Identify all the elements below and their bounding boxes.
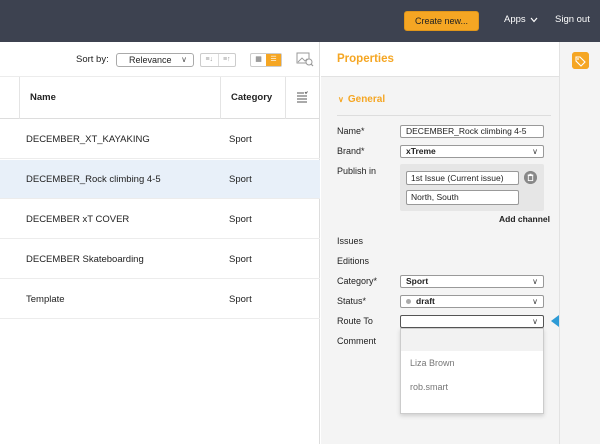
column-header-category[interactable]: Category (231, 77, 272, 119)
category-select[interactable]: Sport ∨ (400, 275, 544, 288)
row-name: DECEMBER xT COVER (26, 214, 130, 225)
row-name: Template (26, 294, 65, 305)
comment-label: Comment (337, 336, 377, 346)
row-name: DECEMBER_XT_KAYAKING (26, 134, 150, 145)
properties-header: Properties (321, 42, 559, 77)
apps-menu[interactable]: Apps (504, 14, 538, 25)
sort-label: Sort by: (76, 54, 109, 65)
table-row[interactable]: DECEMBER_XT_KAYAKING Sport (0, 120, 320, 159)
column-divider (220, 77, 221, 119)
category-label: Category* (337, 276, 378, 286)
column-settings-icon[interactable] (296, 91, 308, 103)
status-select[interactable]: draft ∨ (400, 295, 544, 308)
route-to-label: Route To (337, 316, 373, 326)
table-row[interactable]: DECEMBER xT COVER Sport (0, 200, 320, 239)
top-bar: Create new... Apps Sign out (0, 0, 600, 42)
results-panel: Sort by: Relevance ∨ ≡↓ ≡↑ ▦ ☰ Name Cate… (0, 42, 320, 444)
route-to-select[interactable]: ∨ (400, 315, 544, 328)
editions-select[interactable]: North, South (406, 190, 519, 205)
row-name: DECEMBER_Rock climbing 4-5 (26, 174, 161, 185)
section-divider (337, 115, 551, 116)
sort-value: Relevance (129, 55, 172, 65)
view-mode-toggle[interactable]: ▦ ☰ (250, 53, 282, 67)
row-category: Sport (229, 294, 252, 305)
name-label: Name* (337, 126, 365, 136)
brand-label: Brand* (337, 146, 365, 156)
status-label: Status* (337, 296, 367, 306)
chevron-down-icon: ∨ (532, 317, 538, 326)
list-view-icon[interactable]: ☰ (266, 54, 281, 66)
table-row[interactable]: Template Sport (0, 280, 320, 319)
chevron-down-icon: ∨ (338, 95, 344, 104)
editions-label: Editions (337, 256, 370, 266)
column-header-name[interactable]: Name (30, 77, 56, 119)
row-category: Sport (229, 134, 252, 145)
sort-select[interactable]: Relevance ∨ (116, 53, 194, 67)
row-name: DECEMBER Skateboarding (26, 254, 144, 265)
chevron-down-icon: ∨ (181, 55, 187, 64)
add-channel-link[interactable]: Add channel (499, 214, 550, 224)
route-option[interactable]: rob.smart (401, 375, 543, 399)
properties-title: Properties (337, 53, 394, 65)
trash-icon[interactable] (524, 171, 537, 184)
row-category: Sport (229, 174, 252, 185)
table-row[interactable]: DECEMBER Skateboarding Sport (0, 240, 320, 279)
category-value: Sport (406, 276, 429, 286)
status-value: draft (416, 296, 435, 306)
section-label: General (347, 94, 386, 105)
column-divider (285, 77, 286, 119)
issues-label: Issues (337, 236, 364, 246)
issue-select[interactable]: 1st Issue (Current issue) (406, 171, 519, 185)
sort-order-toggle[interactable]: ≡↓ ≡↑ (200, 53, 236, 67)
column-divider (19, 77, 20, 119)
create-new-button[interactable]: Create new... (404, 11, 479, 31)
table-header: Name Category (0, 77, 319, 119)
brand-select[interactable]: xTreme ∨ (400, 145, 544, 158)
sort-ascending-icon[interactable]: ≡↓ (201, 54, 218, 66)
row-category: Sport (229, 214, 252, 225)
route-option[interactable]: Liza Brown (401, 351, 543, 375)
chevron-down-icon: ∨ (532, 147, 538, 156)
list-toolbar: Sort by: Relevance ∨ ≡↓ ≡↑ ▦ ☰ (0, 42, 319, 77)
status-dot-icon (406, 299, 411, 305)
tag-icon[interactable] (572, 52, 589, 69)
general-section-toggle[interactable]: ∨ General (338, 94, 385, 105)
publish-channel-box: 1st Issue (Current issue) North, South (400, 164, 544, 211)
sign-out-link[interactable]: Sign out (555, 14, 590, 25)
route-to-dropdown: Liza Brown rob.smart (400, 328, 544, 414)
publish-in-label: Publish in (337, 166, 377, 176)
sort-descending-icon[interactable]: ≡↑ (217, 54, 236, 66)
row-category: Sport (229, 254, 252, 265)
chevron-down-icon: ∨ (532, 297, 538, 306)
grid-view-icon[interactable]: ▦ (251, 54, 266, 66)
apps-label: Apps (504, 14, 526, 25)
route-option-empty[interactable] (401, 329, 543, 351)
chevron-down-icon: ∨ (532, 277, 538, 286)
image-search-icon[interactable] (296, 52, 314, 67)
chevron-down-icon (530, 17, 538, 22)
table-row-selected[interactable]: DECEMBER_Rock climbing 4-5 Sport (0, 160, 320, 199)
side-strip (559, 42, 600, 444)
name-field[interactable]: DECEMBER_Rock climbing 4-5 (400, 125, 544, 138)
brand-value: xTreme (406, 146, 436, 156)
